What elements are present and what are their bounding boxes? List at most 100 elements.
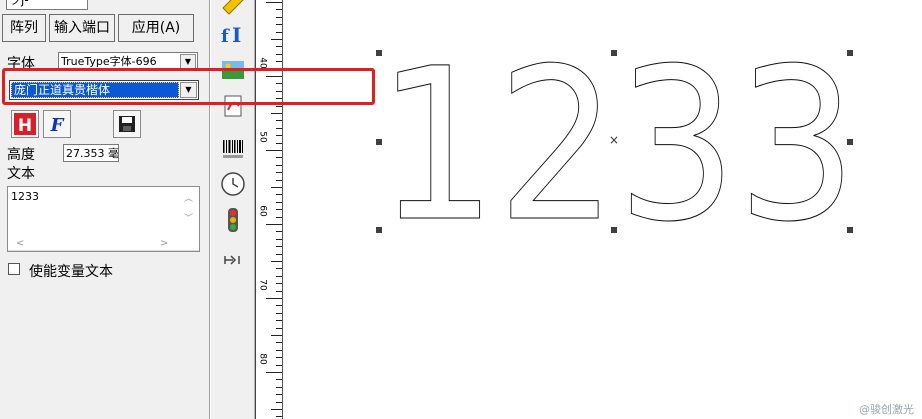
height-label: 高度 [7,147,35,163]
height-unit: 毫 [108,147,119,160]
ruler-tick [276,46,282,48]
ruler-tick [276,127,282,129]
object-toolbar: f I [211,0,255,419]
ruler-tick [276,246,282,248]
traffic-light-icon[interactable] [219,206,247,234]
selection-handle[interactable] [847,227,853,233]
scroll-up-icon[interactable]: ︿ [184,191,193,204]
ruler-tick [276,164,282,166]
scroll-left-icon[interactable]: < [16,238,24,249]
hershey-font-icon: H [14,113,36,136]
properties-panel: ヲj- 阵列 输入端口 应用(A) 字体 TrueType字体-696 ▼ 庞门… [0,0,375,419]
ruler-tick [276,16,282,18]
ruler-tick [276,357,282,359]
selection-handle[interactable] [376,50,382,56]
selection-handle[interactable] [611,227,617,233]
ruler-tick [276,379,282,381]
ruler-tick [276,342,282,344]
ruler-tick [276,9,282,11]
ruler-tick [266,224,282,225]
ruler-tick [271,113,282,114]
ruler-tick [271,335,282,336]
ruler-tick [276,416,282,418]
selection-handle[interactable] [847,50,853,56]
vertical-ruler: 40 50 60 70 80 [255,0,283,419]
barcode-icon[interactable] [219,136,247,164]
ruler-tick [276,312,282,314]
pencil-icon[interactable] [219,0,247,16]
ruler-tick [276,31,282,33]
ruler-tick [276,401,282,403]
ruler-tick [276,201,282,203]
ruler-tick [276,275,282,277]
height-input[interactable]: 27.353 毫 [63,144,119,162]
ruler-tick [276,120,282,122]
ruler-tick [276,179,282,181]
ruler-tick [276,349,282,351]
tab-array[interactable]: 阵列 [2,14,46,42]
scroll-down-icon[interactable]: ﹀ [184,211,193,224]
selection-handle[interactable] [847,139,853,145]
svg-text:F: F [50,115,65,136]
svg-text:H: H [18,116,32,136]
ruler-tick [276,268,282,270]
ruler-tick [276,142,282,144]
svg-text:I: I [232,23,241,47]
height-value: 27.353 [66,147,105,160]
ruler-tick [266,298,282,299]
text-label: 文本 [7,166,35,182]
ruler-tick [266,2,282,3]
ruler-tick [276,105,282,107]
ruler-tick [266,150,282,151]
text-input[interactable]: 1233 ︿ ﹀ < > [7,186,200,252]
chevron-down-icon[interactable]: ▼ [180,54,196,69]
ruler-tick [276,364,282,366]
ruler-label: 50 [257,131,268,143]
font-type-value: TrueType字体-696 [61,55,157,68]
ruler-label: 40 [257,57,268,69]
ruler-tick [276,394,282,396]
ruler-tick [266,372,282,373]
tab-input-port[interactable]: 输入端口 [49,14,115,42]
ruler-tick [276,216,282,218]
input-port-icon[interactable] [219,246,247,274]
text-tool-icon[interactable]: f I [219,20,247,48]
ruler-label: 70 [257,279,268,291]
selection-handle[interactable] [376,139,382,145]
selection-handle[interactable] [376,227,382,233]
ruler-tick [276,61,282,63]
variable-text-label: 使能变量文本 [29,264,113,280]
floppy-disk-icon [119,116,135,132]
variable-text-checkbox[interactable] [8,263,20,275]
ruler-tick [276,238,282,240]
annotation-highlight-frame [2,68,375,105]
top-field[interactable]: ヲj- [6,0,88,10]
hershey-font-button[interactable]: H [11,110,39,138]
ruler-tick [276,53,282,55]
selection-handle[interactable] [611,50,617,56]
ruler-tick [271,187,282,188]
ruler-tick [276,24,282,26]
watermark: @骏创激光 [859,403,914,416]
ruler-tick [276,231,282,233]
ruler-tick [276,305,282,307]
ruler-tick [271,39,282,40]
ruler-tick [276,135,282,137]
apply-button[interactable]: 应用(A) [118,14,194,42]
save-button[interactable] [113,110,141,138]
font-f-button[interactable]: F [43,110,71,138]
drawing-canvas[interactable]: 1233 × @骏创激光 [284,0,922,419]
ruler-label: 80 [257,353,268,365]
ruler-label: 60 [257,205,268,217]
center-cross-icon[interactable]: × [609,133,619,147]
ruler-tick [276,290,282,292]
canvas-artwork: 1233 [377,23,858,269]
clock-icon[interactable] [219,170,247,198]
ruler-tick [276,327,282,329]
ruler-tick [271,409,282,410]
svg-text:f: f [221,26,230,47]
font-f-icon: F [50,115,65,136]
ruler-tick [276,253,282,255]
ruler-tick [276,209,282,211]
scroll-right-icon[interactable]: > [160,238,168,249]
